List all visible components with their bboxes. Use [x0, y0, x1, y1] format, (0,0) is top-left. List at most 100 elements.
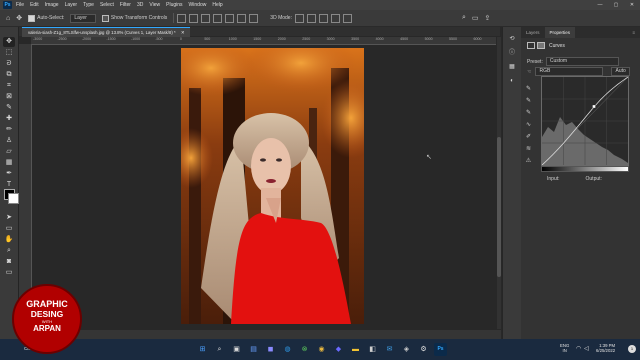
- menu-select[interactable]: Select: [100, 2, 114, 8]
- menu-image[interactable]: Image: [45, 2, 59, 8]
- lasso-tool-icon[interactable]: ᘐ: [3, 59, 15, 69]
- photoshop-logo-icon[interactable]: Ps: [3, 1, 12, 9]
- volume-icon[interactable]: ◁: [584, 345, 589, 352]
- auto-select-checkbox[interactable]: Auto-Select:: [28, 14, 64, 22]
- more-options-icon[interactable]: [249, 13, 259, 23]
- menu-filter[interactable]: Filter: [120, 2, 131, 8]
- workspace-icon[interactable]: ▭: [472, 14, 479, 22]
- auto-button[interactable]: Auto: [611, 67, 630, 76]
- move-tool-icon[interactable]: ✥: [16, 14, 22, 22]
- widgets-icon[interactable]: ▤: [247, 343, 260, 356]
- marquee-tool-icon[interactable]: ⬚: [3, 48, 15, 58]
- channel-dropdown[interactable]: RGB: [535, 67, 604, 76]
- background-color-swatch[interactable]: [8, 193, 19, 204]
- vertical-ruler[interactable]: [19, 44, 32, 329]
- align-center-icon[interactable]: [189, 13, 199, 23]
- eraser-tool-icon[interactable]: ▱: [3, 147, 15, 157]
- hand-tool-icon[interactable]: ✋: [3, 235, 15, 245]
- close-button[interactable]: ✕: [624, 0, 640, 10]
- histogram-warning-icon[interactable]: ⚠: [524, 157, 533, 166]
- panel-menu-icon[interactable]: ≡: [627, 27, 640, 38]
- search-icon[interactable]: ⌕: [462, 14, 466, 22]
- file-explorer-icon[interactable]: ▬: [349, 343, 362, 356]
- menu-window[interactable]: Window: [189, 2, 207, 8]
- auto-select-dropdown[interactable]: Layer: [70, 13, 96, 23]
- zoom-tool-icon[interactable]: ⌕: [3, 246, 15, 256]
- 3d-roll-icon[interactable]: [306, 13, 316, 23]
- curves-graph[interactable]: [541, 76, 629, 166]
- move-tool-icon[interactable]: ✥: [3, 37, 15, 47]
- menu-file[interactable]: File: [16, 2, 24, 8]
- chat-icon[interactable]: ◼: [264, 343, 277, 356]
- gradient-tool-icon[interactable]: ▦: [3, 158, 15, 168]
- close-tab-icon[interactable]: ✕: [181, 30, 185, 35]
- screen-mode-icon[interactable]: ▭: [3, 268, 15, 278]
- align-bottom-icon[interactable]: [237, 13, 247, 23]
- menu-layer[interactable]: Layer: [65, 2, 78, 8]
- home-icon[interactable]: ⌂: [6, 15, 10, 22]
- smooth-icon[interactable]: ≋: [524, 145, 533, 154]
- tab-layers[interactable]: Layers: [521, 27, 545, 38]
- 3d-slide-icon[interactable]: [330, 13, 340, 23]
- brush-tool-icon[interactable]: ✏: [3, 125, 15, 135]
- language-indicator[interactable]: ENG IN: [560, 343, 569, 353]
- share-icon[interactable]: ⇪: [485, 14, 491, 22]
- edge-icon[interactable]: ◍: [281, 343, 294, 356]
- 3d-rotate-icon[interactable]: [294, 13, 304, 23]
- photoshop-taskbar-icon[interactable]: Ps: [434, 343, 447, 356]
- quick-mask-icon[interactable]: ◙: [3, 257, 15, 267]
- draw-curve-icon[interactable]: ✐: [524, 133, 533, 142]
- 3d-scale-icon[interactable]: [342, 13, 352, 23]
- task-view-icon[interactable]: ▣: [230, 343, 243, 356]
- wifi-icon[interactable]: ◠: [576, 345, 581, 352]
- windows-start-icon[interactable]: ⊞: [196, 343, 209, 356]
- 3d-drag-icon[interactable]: [318, 13, 328, 23]
- frame-tool-icon[interactable]: ⊠: [3, 92, 15, 102]
- menu-view[interactable]: View: [149, 2, 160, 8]
- align-right-icon[interactable]: [201, 13, 211, 23]
- healing-brush-tool-icon[interactable]: ✚: [3, 114, 15, 124]
- teams-icon[interactable]: ◆: [332, 343, 345, 356]
- menu-3d[interactable]: 3D: [137, 2, 143, 8]
- scrollbar-thumb[interactable]: [497, 137, 501, 277]
- preset-dropdown[interactable]: Custom: [545, 57, 619, 66]
- black-point-eyedropper-icon[interactable]: ✎: [524, 85, 533, 94]
- clone-stamp-tool-icon[interactable]: ♙: [3, 136, 15, 146]
- settings-icon[interactable]: ⚙: [417, 343, 430, 356]
- notification-badge[interactable]: 1: [628, 345, 636, 353]
- path-selection-tool-icon[interactable]: ➤: [3, 213, 15, 223]
- menu-help[interactable]: Help: [212, 2, 222, 8]
- edit-points-icon[interactable]: ∿: [524, 121, 533, 130]
- shape-tool-icon[interactable]: ▭: [3, 224, 15, 234]
- horizontal-ruler[interactable]: -3000 -2500 -2000 -1500 -1000 -500 0 500 1000 150…: [31, 37, 496, 45]
- menu-plugins[interactable]: Plugins: [166, 2, 182, 8]
- app-icon[interactable]: ◈: [400, 343, 413, 356]
- info-icon[interactable]: ⓘ: [507, 49, 517, 58]
- document-tab[interactable]: valeria-siash-Z1g_8TLSlfw-unsplash.jpg @…: [22, 27, 191, 37]
- pen-tool-icon[interactable]: ✒: [3, 169, 15, 179]
- maximize-button[interactable]: ▢: [608, 0, 624, 10]
- swatches-icon[interactable]: ▦: [507, 63, 517, 72]
- xbox-icon[interactable]: ⊗: [298, 343, 311, 356]
- menu-type[interactable]: Type: [83, 2, 94, 8]
- align-middle-icon[interactable]: [225, 13, 235, 23]
- vertical-scrollbar[interactable]: [497, 37, 501, 329]
- search-icon[interactable]: ⌕: [213, 343, 226, 356]
- eyedropper-tool-icon[interactable]: ✎: [3, 103, 15, 113]
- white-point-eyedropper-icon[interactable]: ✎: [524, 109, 533, 118]
- minimize-button[interactable]: —: [592, 0, 608, 10]
- show-transform-checkbox[interactable]: Show Transform Controls: [101, 14, 167, 22]
- adjustments-icon[interactable]: ◐: [507, 77, 517, 86]
- align-top-icon[interactable]: [213, 13, 223, 23]
- document-canvas[interactable]: [181, 48, 364, 324]
- menu-edit[interactable]: Edit: [30, 2, 39, 8]
- mail-icon[interactable]: ✉: [383, 343, 396, 356]
- crop-tool-icon[interactable]: ⌗: [3, 81, 15, 91]
- chrome-icon[interactable]: ◉: [315, 343, 328, 356]
- tab-properties[interactable]: Properties: [544, 27, 576, 38]
- clock[interactable]: 1:39 PM 6/25/2022: [596, 343, 615, 353]
- history-icon[interactable]: ⟲: [507, 35, 517, 44]
- curves-histogram[interactable]: [541, 76, 629, 166]
- gray-point-eyedropper-icon[interactable]: ✎: [524, 97, 533, 106]
- store-icon[interactable]: ◧: [366, 343, 379, 356]
